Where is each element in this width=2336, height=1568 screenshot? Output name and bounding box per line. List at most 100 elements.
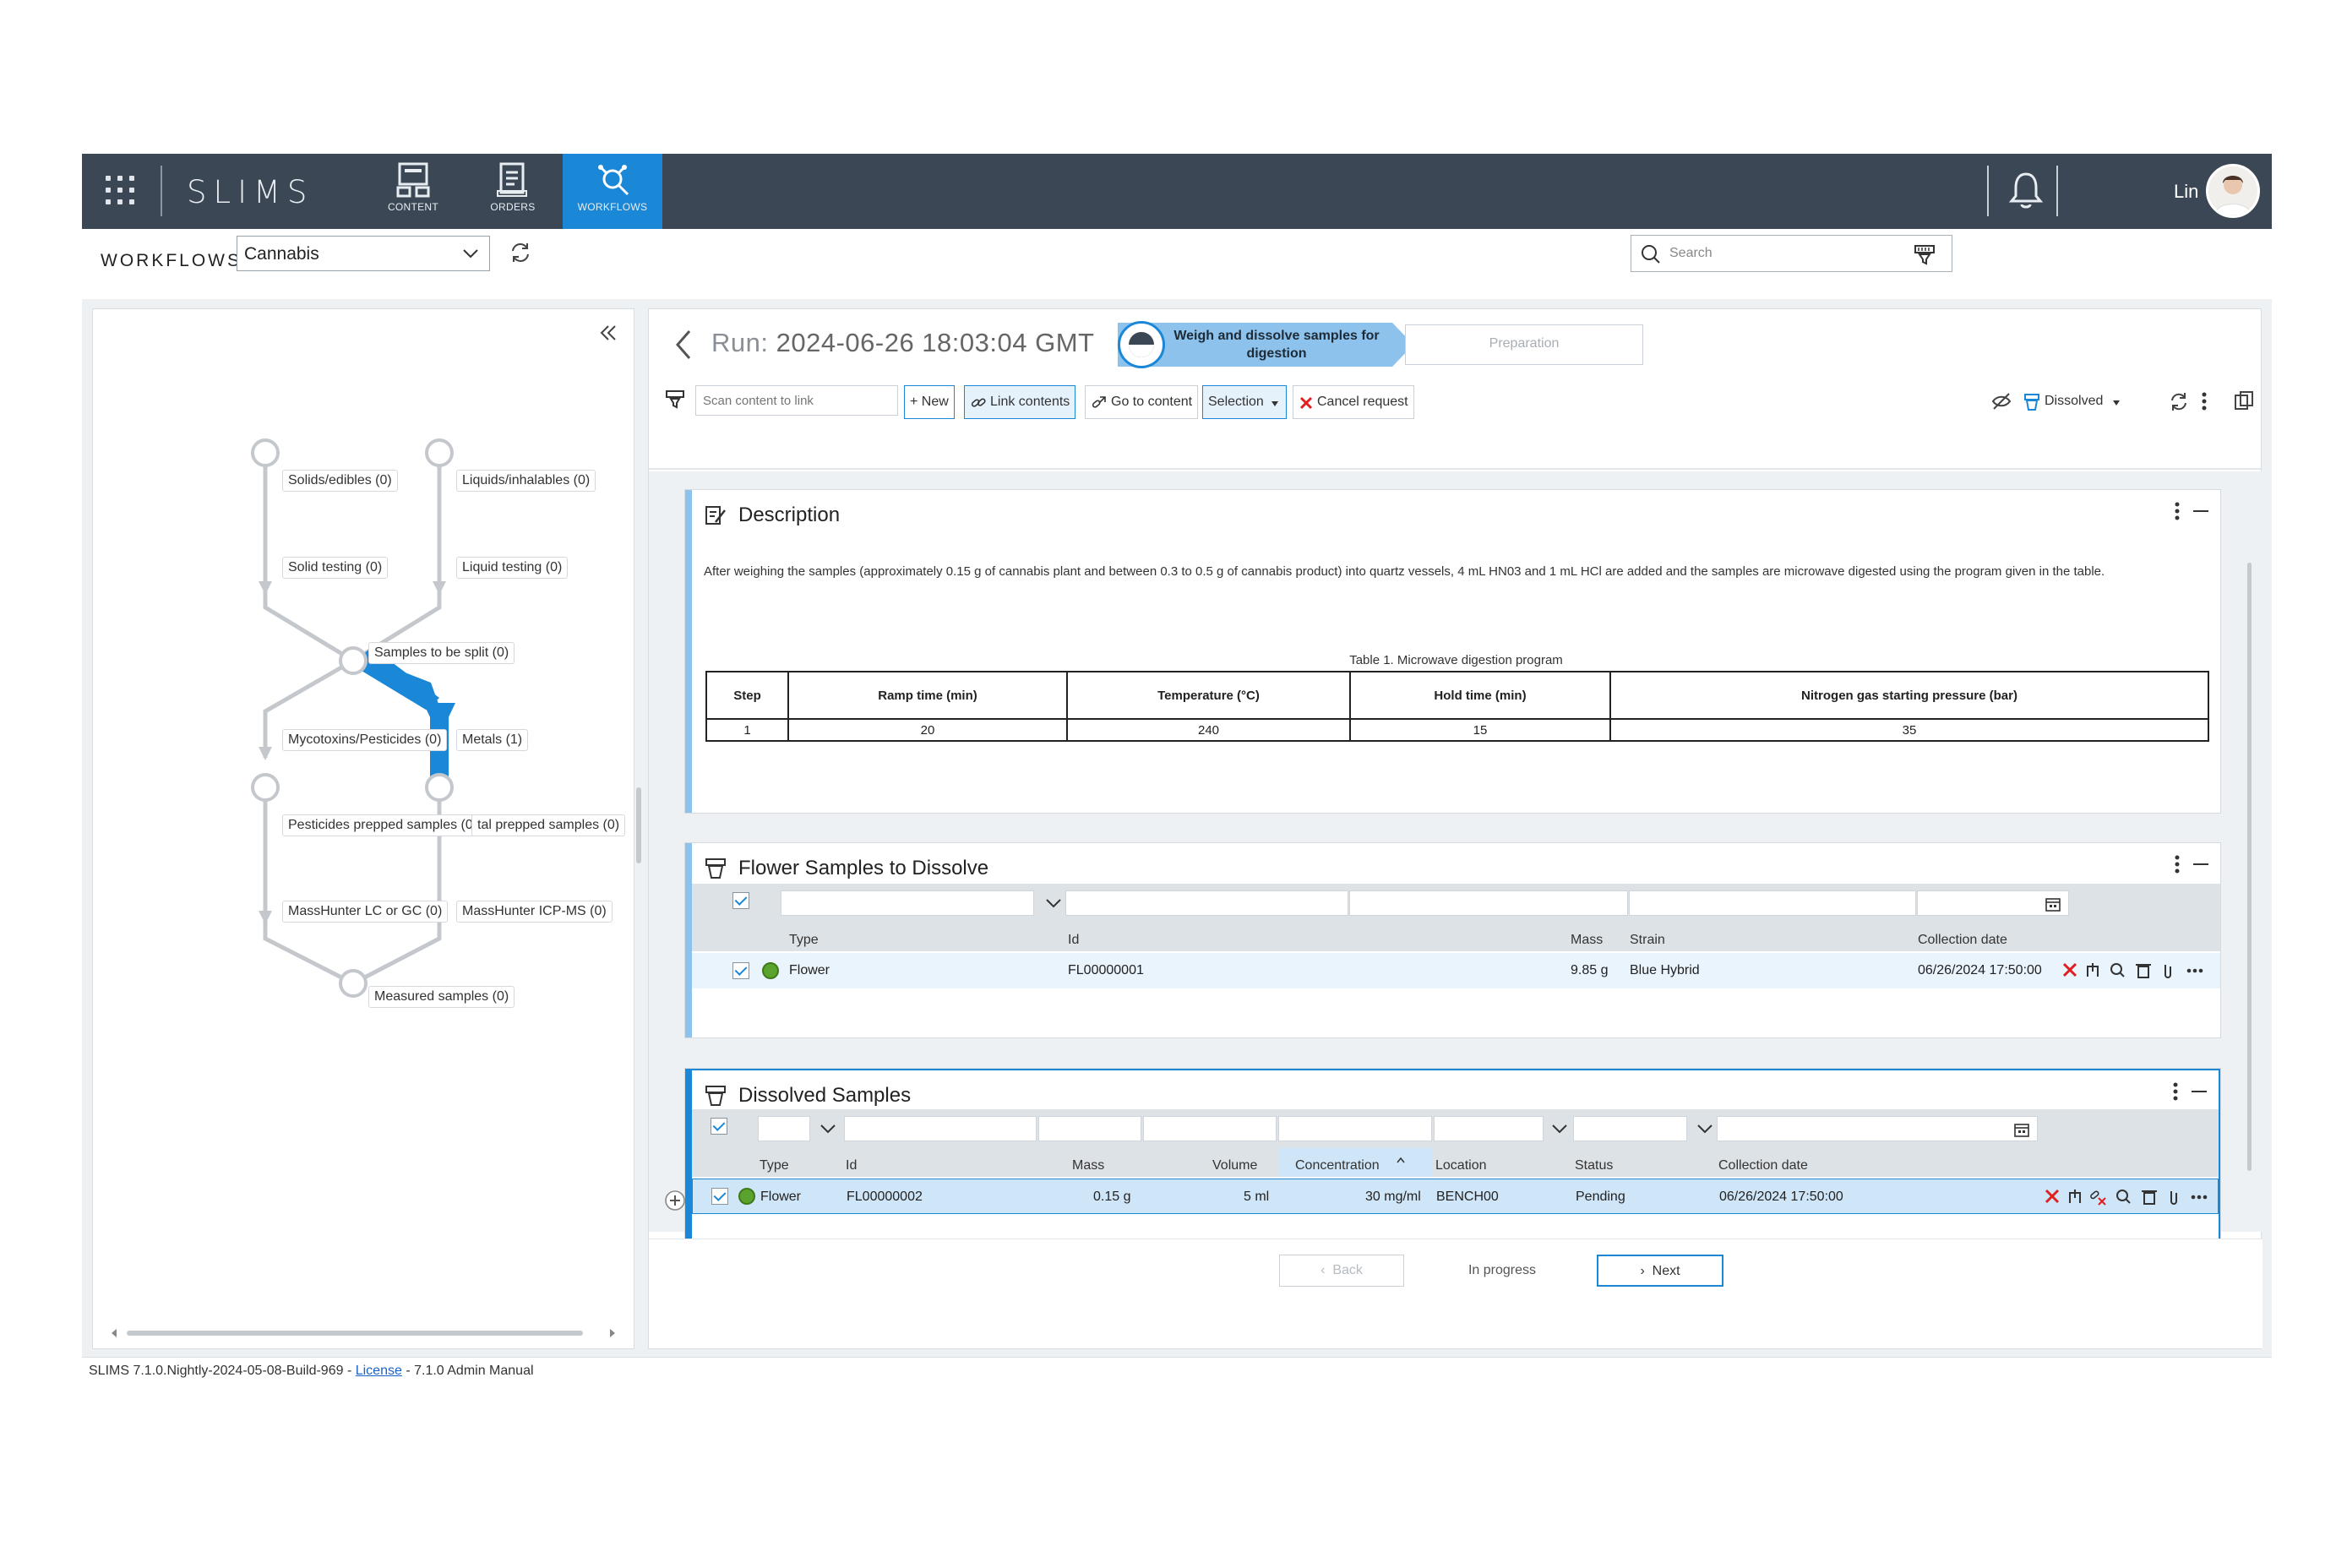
next-step[interactable]: Preparation xyxy=(1405,324,1643,365)
refresh-icon[interactable] xyxy=(509,241,532,264)
copy-icon[interactable] xyxy=(2234,390,2254,412)
user-avatar[interactable] xyxy=(2206,164,2260,218)
row-checkbox[interactable] xyxy=(732,962,749,979)
workflow-select[interactable]: Cannabis xyxy=(237,236,490,271)
row-checkbox[interactable] xyxy=(711,1188,728,1205)
row-actions[interactable] xyxy=(2043,1186,2212,1208)
collection-date-filter[interactable] xyxy=(1917,890,2069,916)
scrollbar-thumb[interactable] xyxy=(127,1331,583,1336)
cell-id: FL00000001 xyxy=(1068,963,1144,977)
global-search[interactable]: Search xyxy=(1631,235,1952,272)
node-label[interactable]: Measured samples (0) xyxy=(368,986,515,1008)
table-row[interactable]: Flower FL00000001 9.85 g Blue Hybrid 06/… xyxy=(692,953,2220,988)
chevron-down-icon[interactable] xyxy=(1695,1120,1715,1137)
next-button[interactable]: › Next xyxy=(1597,1255,1723,1287)
column-header[interactable]: Type xyxy=(760,1158,789,1173)
app-grid-icon[interactable] xyxy=(106,176,136,206)
column-header[interactable]: Type xyxy=(789,933,819,948)
tab-workflows[interactable]: WORKFLOWS xyxy=(563,154,662,229)
node-label[interactable]: Solids/edibles (0) xyxy=(282,470,398,492)
scan-content-input[interactable] xyxy=(695,385,898,416)
chevron-down-icon[interactable] xyxy=(818,1120,838,1137)
column-header[interactable]: Mass xyxy=(1072,1158,1104,1173)
column-header[interactable]: Collection date xyxy=(1718,1158,1808,1173)
scrollbar-thumb[interactable] xyxy=(2247,563,2252,1171)
content-vertical-scrollbar[interactable] xyxy=(2246,478,2254,1213)
minimize-icon[interactable] xyxy=(2192,1091,2207,1092)
back-button[interactable]: ‹ Back xyxy=(1279,1255,1404,1287)
column-header[interactable]: Location xyxy=(1435,1158,1487,1173)
table-row[interactable]: Flower FL00000002 0.15 g 5 ml 30 mg/ml B… xyxy=(692,1179,2219,1214)
concentration-filter[interactable] xyxy=(1278,1116,1432,1141)
scroll-left-icon[interactable] xyxy=(110,1328,118,1338)
tab-content[interactable]: CONTENT xyxy=(363,154,463,229)
status-filter[interactable] xyxy=(1573,1116,1713,1141)
id-filter[interactable] xyxy=(1065,890,1348,916)
column-header[interactable]: Mass xyxy=(1571,933,1603,948)
chevron-down-icon[interactable] xyxy=(1043,895,1064,912)
select-all-checkbox[interactable] xyxy=(732,892,749,909)
graph-horizontal-scrollbar[interactable] xyxy=(110,1326,617,1340)
link-contents-button[interactable]: Link contents xyxy=(964,385,1076,419)
collection-date-filter[interactable] xyxy=(1717,1116,2038,1141)
column-header[interactable]: Concentration xyxy=(1295,1158,1380,1173)
sort-ascending-icon[interactable] xyxy=(1397,1157,1405,1163)
scan-filter-icon[interactable] xyxy=(1913,243,1936,265)
calendar-icon[interactable] xyxy=(2013,1121,2030,1138)
user-name[interactable]: Lin xyxy=(2174,181,2198,203)
column-header[interactable]: Id xyxy=(846,1158,857,1173)
tab-orders[interactable]: ORDERS xyxy=(463,154,563,229)
node-label[interactable]: MassHunter ICP-MS (0) xyxy=(456,901,613,923)
node-label[interactable]: Liquid testing (0) xyxy=(456,557,569,579)
node-label[interactable]: Mycotoxins/Pesticides (0) xyxy=(282,729,448,751)
more-vertical-icon[interactable] xyxy=(2173,500,2181,522)
go-to-content-button[interactable]: Go to content xyxy=(1085,385,1199,419)
select-all-checkbox[interactable] xyxy=(711,1118,727,1135)
notification-bell-icon[interactable] xyxy=(2008,171,2044,211)
node-label[interactable]: MassHunter LC or GC (0) xyxy=(282,901,449,923)
node-label[interactable]: Liquids/inhalables (0) xyxy=(456,470,596,492)
selection-dropdown[interactable]: Selection xyxy=(1202,385,1287,419)
column-header[interactable]: Strain xyxy=(1630,933,1665,948)
column-header[interactable]: Id xyxy=(1068,933,1079,948)
node-label[interactable]: tal prepped samples (0) xyxy=(471,814,626,836)
mass-filter[interactable] xyxy=(1349,890,1628,916)
node-label[interactable]: Pesticides prepped samples (0) xyxy=(282,814,484,836)
calendar-icon[interactable] xyxy=(2045,896,2061,912)
node-label[interactable]: Metals (1) xyxy=(456,729,529,751)
sync-icon[interactable] xyxy=(2168,390,2190,412)
scroll-right-icon[interactable] xyxy=(608,1328,617,1338)
type-filter[interactable] xyxy=(758,1116,836,1141)
minimize-icon[interactable] xyxy=(2193,863,2208,865)
row-actions[interactable] xyxy=(2061,960,2213,982)
column-header[interactable]: Volume xyxy=(1212,1158,1257,1173)
volume-filter[interactable] xyxy=(1143,1116,1277,1141)
status-dropdown[interactable]: Dissolved xyxy=(2019,385,2126,419)
more-horizontal-icon xyxy=(2186,968,2203,973)
location-filter[interactable] xyxy=(1434,1116,1567,1141)
visibility-toggle-icon[interactable] xyxy=(1990,390,2012,412)
panel-splitter[interactable] xyxy=(636,787,641,863)
strain-filter[interactable] xyxy=(1629,890,1916,916)
license-link[interactable]: License xyxy=(356,1364,402,1378)
column-header[interactable]: Status xyxy=(1575,1158,1613,1173)
filter-row: Type Id Mass Strain Collection date xyxy=(692,884,2220,951)
more-vertical-icon[interactable] xyxy=(2200,390,2208,412)
node-label[interactable]: Solid testing (0) xyxy=(282,557,389,579)
tab-content-label: CONTENT xyxy=(387,201,439,213)
cancel-request-button[interactable]: Cancel request xyxy=(1293,385,1414,419)
scan-filter-icon[interactable] xyxy=(664,389,686,411)
back-arrow-icon[interactable] xyxy=(672,328,694,362)
column-header[interactable]: Collection date xyxy=(1918,933,2007,948)
chevron-down-icon[interactable] xyxy=(1549,1120,1570,1137)
type-filter[interactable] xyxy=(781,890,1061,916)
mass-filter[interactable] xyxy=(1038,1116,1141,1141)
id-filter[interactable] xyxy=(844,1116,1037,1141)
more-vertical-icon[interactable] xyxy=(2173,853,2181,875)
scan-content-field[interactable] xyxy=(696,386,897,415)
minimize-icon[interactable] xyxy=(2193,510,2208,512)
node-label[interactable]: Samples to be split (0) xyxy=(368,642,515,664)
add-card-icon[interactable] xyxy=(664,1190,686,1211)
more-vertical-icon[interactable] xyxy=(2171,1081,2180,1102)
new-button[interactable]: + New xyxy=(904,385,955,419)
